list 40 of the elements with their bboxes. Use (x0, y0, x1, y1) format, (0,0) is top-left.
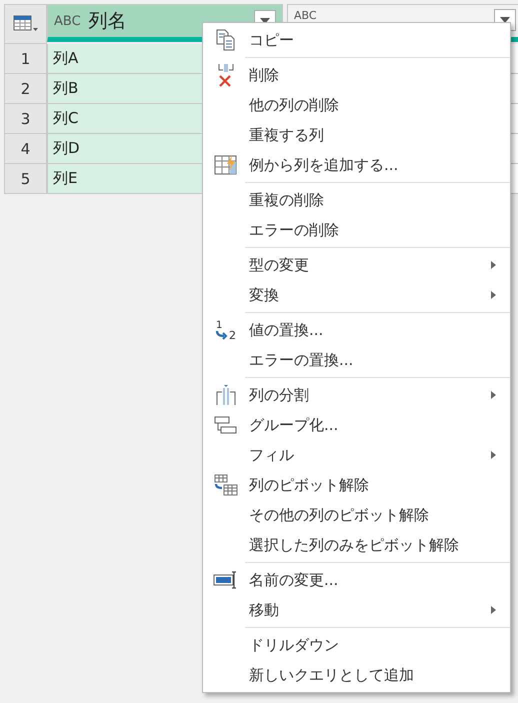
caret-icon (260, 18, 270, 24)
type-label: ABC (294, 9, 317, 22)
rename-icon (213, 571, 239, 589)
row-number: 2 (4, 74, 47, 104)
row-number: 4 (4, 134, 47, 164)
menu-item[interactable]: その他の列のピボット解除 (203, 500, 510, 530)
menu-item[interactable]: エラーの置換... (203, 345, 510, 375)
menu-item[interactable]: エラーの削除 (203, 215, 510, 245)
row-number: 1 (4, 44, 47, 74)
menu-item[interactable]: ドリルダウン (203, 630, 510, 660)
row-number: 3 (4, 104, 47, 134)
delete-column-icon (216, 63, 236, 87)
table-lightning-icon (214, 155, 238, 175)
column-name: 列名 (88, 9, 128, 34)
split-column-icon (215, 384, 237, 406)
menu-item[interactable]: 列のピボット解除 (203, 470, 510, 500)
icon-digit: 2 (229, 329, 236, 341)
menu-item[interactable]: 選択した列のみをピボット解除 (203, 530, 510, 560)
unpivot-icon (214, 474, 238, 496)
submenu-arrow-icon (491, 451, 496, 459)
table-menu-button[interactable] (4, 4, 47, 44)
group-icon (214, 416, 238, 434)
menu-item[interactable]: グループ化... (203, 410, 510, 440)
copy-icon (215, 29, 237, 51)
menu-item[interactable]: 移動 (203, 595, 510, 625)
submenu-arrow-icon (491, 606, 496, 614)
menu-item[interactable]: フィル (203, 440, 510, 470)
menu-item[interactable]: 1 2 値の置換... (203, 315, 510, 345)
menu-item[interactable]: 名前の変更... (203, 565, 510, 595)
submenu-arrow-icon (491, 261, 496, 269)
submenu-arrow-icon (491, 391, 496, 399)
menu-item[interactable]: 新しいクエリとして追加 (203, 660, 510, 690)
icon-digit: 1 (216, 320, 222, 331)
type-label: ABC (54, 14, 81, 28)
row-number: 5 (4, 164, 47, 194)
submenu-arrow-icon (491, 291, 496, 299)
menu-item[interactable]: 変換 (203, 280, 510, 310)
menu-item[interactable]: 型の変更 (203, 250, 510, 280)
table-icon (12, 15, 38, 33)
menu-item[interactable]: 列の分割 (203, 380, 510, 410)
